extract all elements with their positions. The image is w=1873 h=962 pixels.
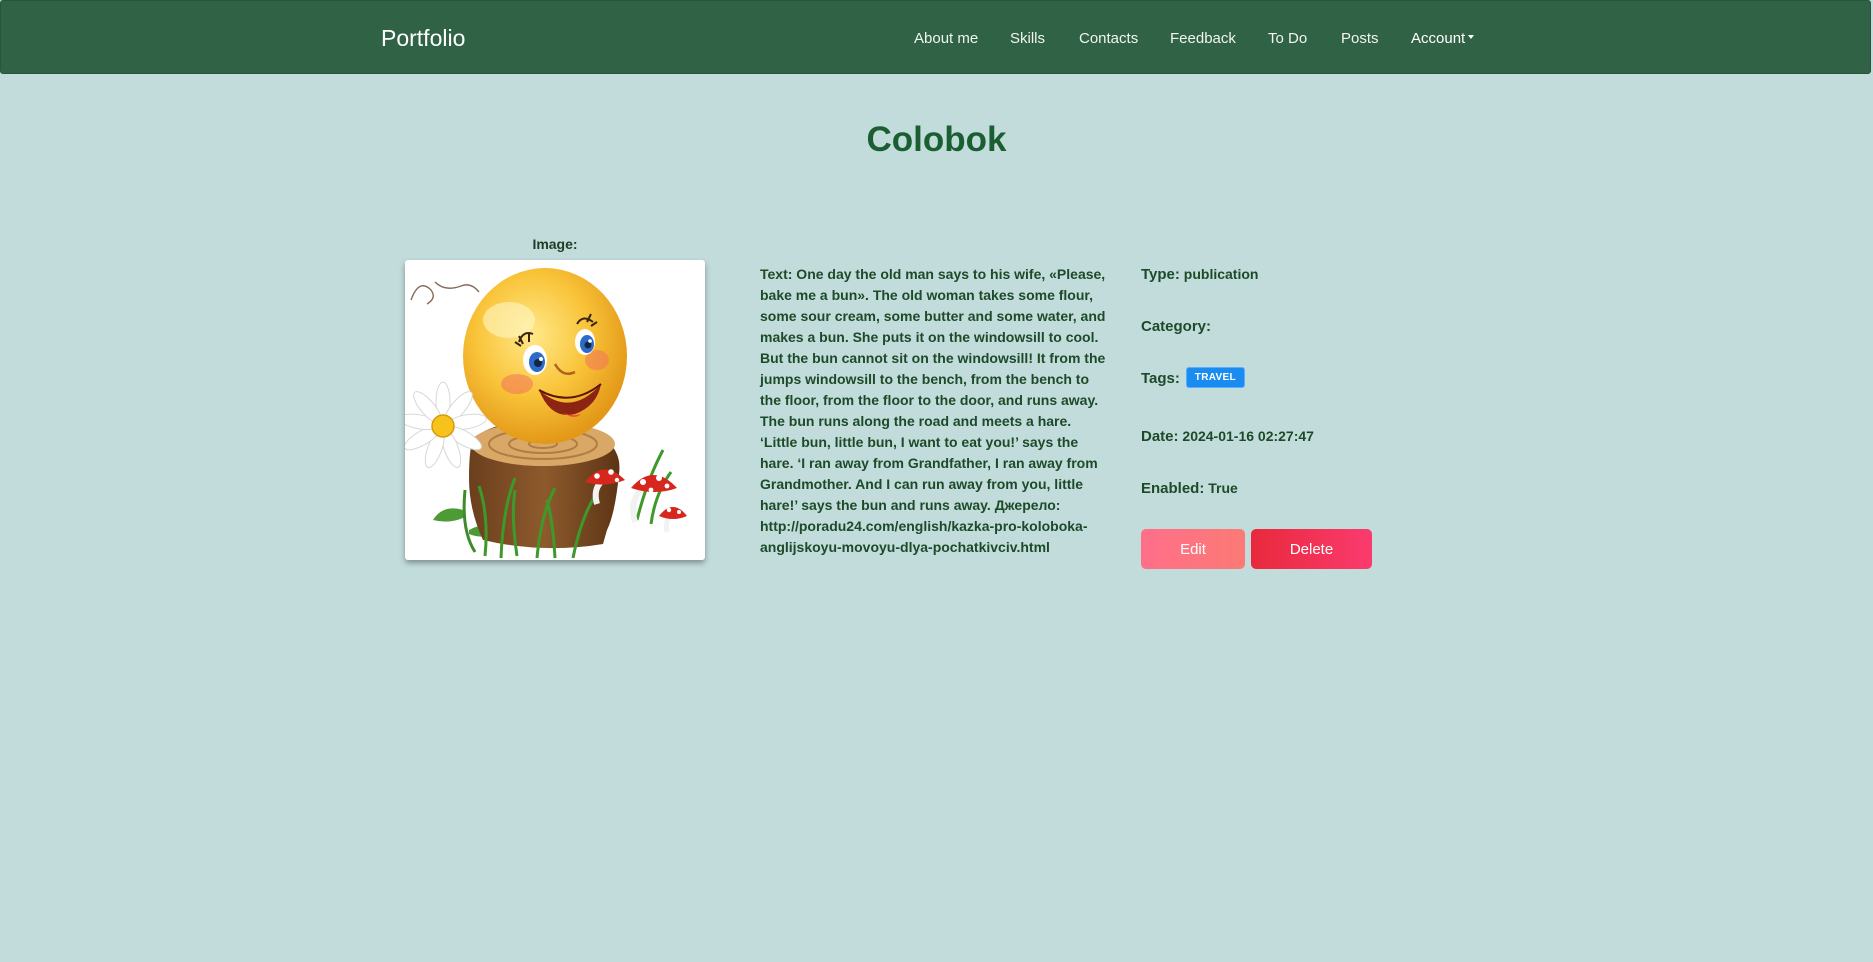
- category-label: Category:: [1141, 318, 1212, 335]
- top-navbar: Portfolio About me Skills Contacts Feedb…: [0, 0, 1871, 74]
- nav-skills[interactable]: Skills: [1010, 30, 1045, 47]
- nav-feedback[interactable]: Feedback: [1170, 30, 1236, 47]
- meta-tags: Tags: TRAVEL: [1141, 367, 1245, 390]
- page-title: Colobok: [866, 120, 1007, 159]
- account-label: Account: [1411, 30, 1466, 47]
- nav-menu: About me Skills Contacts Feedback To Do …: [1, 30, 1870, 54]
- type-value: publication: [1183, 266, 1259, 282]
- caret-down-icon: [1468, 35, 1475, 40]
- enabled-value: True: [1208, 480, 1238, 496]
- delete-button[interactable]: Delete: [1251, 529, 1372, 569]
- tag-badge[interactable]: TRAVEL: [1185, 367, 1245, 388]
- meta-category: Category:: [1141, 318, 1211, 335]
- meta-enabled: Enabled: True: [1141, 480, 1238, 497]
- nav-about-me[interactable]: About me: [914, 30, 978, 47]
- nav-account-dropdown[interactable]: Account: [1411, 30, 1475, 47]
- tags-label: Tags:: [1141, 370, 1180, 388]
- meta-type: Type: publication: [1141, 266, 1258, 283]
- smiling-bun-illustration: [405, 268, 687, 559]
- meta-date: Date: 2024-01-16 02:27:47: [1141, 428, 1314, 445]
- post-text: Text: One day the old man says to his wi…: [760, 266, 1106, 555]
- edit-button[interactable]: Edit: [1141, 529, 1245, 569]
- date-label: Date:: [1141, 428, 1179, 445]
- nav-todo[interactable]: To Do: [1268, 30, 1307, 47]
- date-value: 2024-01-16 02:27:47: [1182, 428, 1314, 444]
- nav-contacts[interactable]: Contacts: [1079, 30, 1138, 47]
- enabled-label: Enabled:: [1141, 480, 1205, 497]
- image-label: Image:: [532, 236, 578, 252]
- nav-posts[interactable]: Posts: [1341, 30, 1379, 47]
- post-image: [405, 260, 705, 560]
- type-label: Type:: [1141, 266, 1180, 283]
